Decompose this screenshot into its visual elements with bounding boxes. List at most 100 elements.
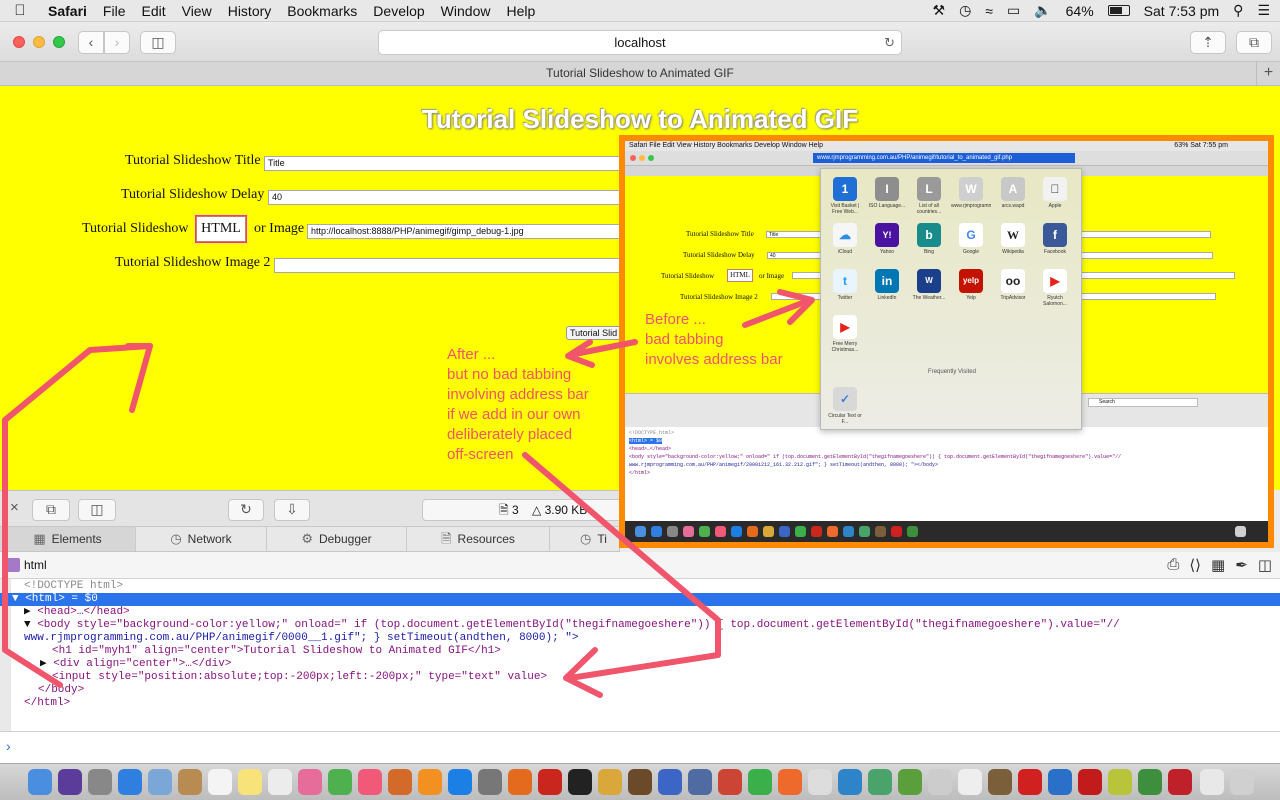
zoom-window-button[interactable] <box>53 36 65 48</box>
dom-node-body-cont[interactable]: www.rjmprogramming.com.au/PHP/animegif/0… <box>0 632 1280 645</box>
battery-icon[interactable] <box>1107 5 1130 16</box>
ibooks-icon[interactable] <box>388 769 412 795</box>
html-button[interactable]: HTML <box>196 216 246 242</box>
tab-debugger[interactable]: ⚙ Debugger <box>267 527 407 551</box>
tab-elements[interactable]: ▦ Elements <box>0 527 136 551</box>
dom-node-div[interactable]: ▶ <div align="center">…</div> <box>0 658 1280 671</box>
disk-utility-icon[interactable] <box>928 769 952 795</box>
address-bar[interactable]: localhost ↻ <box>378 30 902 55</box>
reload-icon[interactable]: ↻ <box>884 31 895 54</box>
time-machine-icon[interactable]: ◷ <box>959 2 971 19</box>
dom-node-head[interactable]: ▶ <head>…</head> <box>0 606 1280 619</box>
contacts-icon[interactable] <box>178 769 202 795</box>
close-devtools-icon[interactable]: × <box>10 499 19 516</box>
amazon-icon[interactable] <box>778 769 802 795</box>
clock[interactable]: Sat 7:53 pm <box>1144 3 1220 19</box>
show-tabs-button[interactable]: ⧉ <box>1236 31 1272 54</box>
new-tab-button[interactable]: + <box>1256 62 1280 86</box>
wifi-icon[interactable]: ≈ <box>985 3 993 19</box>
launchpad-icon[interactable] <box>88 769 112 795</box>
opera-icon[interactable] <box>1018 769 1042 795</box>
sidebar-button[interactable]: ◫ <box>140 31 176 54</box>
print-icon[interactable]: ⎙ <box>1167 556 1179 574</box>
finder-icon[interactable] <box>28 769 52 795</box>
image2-input[interactable] <box>274 258 620 273</box>
tab-timelines[interactable]: ◷ Ti <box>550 527 620 551</box>
calendar-icon[interactable] <box>208 769 232 795</box>
safari-icon[interactable] <box>118 769 142 795</box>
menu-bookmarks[interactable]: Bookmarks <box>279 3 365 19</box>
dom-node-input[interactable]: <input style="position:absolute;top:-200… <box>0 671 1280 684</box>
tab-title[interactable]: Tutorial Slideshow to Animated GIF <box>546 66 734 80</box>
volume-icon[interactable]: 🔈 <box>1034 2 1051 19</box>
archive-icon[interactable] <box>1108 769 1132 795</box>
android-icon[interactable] <box>868 769 892 795</box>
tab-network[interactable]: ◷ Network <box>136 527 267 551</box>
sidebar-toggle-icon[interactable]: ◫ <box>1258 556 1272 574</box>
trash-icon[interactable] <box>1230 769 1254 795</box>
gimp-icon[interactable] <box>988 769 1012 795</box>
menu-edit[interactable]: Edit <box>133 3 173 19</box>
preview-icon[interactable] <box>658 769 682 795</box>
mail-icon[interactable] <box>148 769 172 795</box>
photo-booth-icon[interactable] <box>718 769 742 795</box>
grid-icon[interactable]: ▦ <box>1211 556 1225 574</box>
chrome-icon[interactable] <box>1138 769 1162 795</box>
menu-help[interactable]: Help <box>498 3 543 19</box>
system-preferences-icon[interactable] <box>478 769 502 795</box>
brush-icon[interactable]: ✒ <box>1235 556 1248 574</box>
share-button[interactable]: ⇡ <box>1190 31 1226 54</box>
android-studio-icon[interactable] <box>898 769 922 795</box>
menu-history[interactable]: History <box>220 3 280 19</box>
dom-node-html-close[interactable]: </html> <box>0 697 1280 710</box>
airplay-icon[interactable]: ▭ <box>1007 2 1020 19</box>
xcode-icon[interactable] <box>628 769 652 795</box>
app-icon[interactable] <box>1168 769 1192 795</box>
terminal-icon[interactable] <box>568 769 592 795</box>
tool-status-icon[interactable]: ⚒ <box>933 2 946 19</box>
facetime-icon[interactable] <box>748 769 772 795</box>
menu-app-name[interactable]: Safari <box>40 3 95 19</box>
itunes-icon[interactable] <box>358 769 382 795</box>
tab-resources[interactable]: 🗎 Resources <box>407 527 550 551</box>
dom-node-html-selected[interactable]: ▼ <html> = $0 <box>0 593 1280 606</box>
downloads-icon[interactable] <box>1200 769 1224 795</box>
firefox-icon[interactable] <box>508 769 532 795</box>
siri-icon[interactable] <box>58 769 82 795</box>
messages-icon[interactable] <box>328 769 352 795</box>
minimize-window-button[interactable] <box>33 36 45 48</box>
battery-percent[interactable]: 64% <box>1066 3 1094 19</box>
menu-view[interactable]: View <box>174 3 220 19</box>
download-button[interactable]: ⇩ <box>274 499 310 521</box>
notes-icon[interactable] <box>238 769 262 795</box>
console-prompt[interactable]: › <box>0 731 1280 763</box>
braces-icon[interactable]: ⟨⟩ <box>1189 556 1201 574</box>
image-capture-icon[interactable] <box>688 769 712 795</box>
textwrangler-icon[interactable] <box>598 769 622 795</box>
close-window-button[interactable] <box>13 36 25 48</box>
notification-center-icon[interactable]: ☰ <box>1257 2 1270 19</box>
dom-node-body-close[interactable]: </body> <box>0 684 1280 697</box>
forward-button[interactable]: › <box>104 31 130 54</box>
dom-node-h1[interactable]: <h1 id="myh1" align="center">Tutorial Sl… <box>0 645 1280 658</box>
menu-window[interactable]: Window <box>433 3 499 19</box>
menu-develop[interactable]: Develop <box>365 3 432 19</box>
visual-studio-icon[interactable] <box>1048 769 1072 795</box>
image-input[interactable]: http://localhost:8888/PHP/animegif/gimp_… <box>307 224 620 239</box>
delay-input[interactable]: 40 <box>268 190 620 205</box>
reload-page-button[interactable]: ↻ <box>228 499 264 521</box>
submit-button[interactable]: Tutorial Slid <box>566 326 626 340</box>
title-input[interactable]: Title <box>264 156 620 171</box>
apple-menu-icon[interactable]:  <box>0 2 40 19</box>
dock-devtools-button[interactable]: ◫ <box>78 499 116 521</box>
photos-icon[interactable] <box>298 769 322 795</box>
detach-devtools-button[interactable]: ⧉ <box>32 499 70 521</box>
breadcrumb-item[interactable]: html <box>24 558 47 572</box>
filezilla-icon[interactable] <box>538 769 562 795</box>
spotlight-search-icon[interactable]: ⚲ <box>1233 2 1243 19</box>
dom-node-body[interactable]: ▼ <body style="background-color:yellow;"… <box>0 619 1280 632</box>
back-button[interactable]: ‹ <box>78 31 104 54</box>
utility-icon[interactable] <box>808 769 832 795</box>
app-store-icon[interactable] <box>448 769 472 795</box>
dom-node-doctype[interactable]: <!DOCTYPE html> <box>0 580 1280 593</box>
